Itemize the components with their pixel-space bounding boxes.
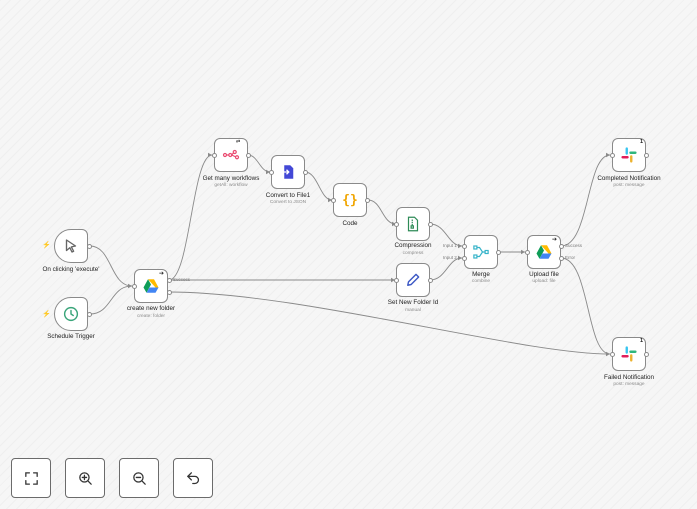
node-subtitle: upload: file	[532, 279, 556, 284]
output-label-error: Error	[565, 255, 575, 260]
output-handle[interactable]	[643, 152, 649, 158]
node-label: Schedule Trigger	[47, 333, 95, 340]
output-handle-success[interactable]	[166, 277, 172, 283]
undo-button[interactable]	[173, 458, 213, 498]
output-handle-error[interactable]	[166, 289, 172, 295]
node-label: Completed Notification	[597, 175, 661, 182]
node-set-new-folder-id[interactable]	[396, 263, 430, 297]
output-handle[interactable]	[87, 243, 92, 249]
lightning-bolt-icon: ⚡	[42, 311, 51, 318]
input-handle[interactable]	[393, 277, 399, 283]
input-handle[interactable]	[609, 351, 615, 357]
node-label: create new folder	[126, 305, 176, 312]
zoom-in-button[interactable]	[65, 458, 105, 498]
external-link-icon: ➔	[159, 271, 165, 277]
output-label-success: Success	[173, 277, 191, 282]
node-label: Get many workflows	[202, 175, 260, 182]
output-handle[interactable]	[643, 351, 649, 357]
node-subtitle: create: folder	[137, 314, 165, 319]
google-drive-icon	[536, 245, 552, 259]
node-subtitle: Convert to JSON	[269, 200, 307, 205]
output-handle[interactable]	[245, 152, 251, 158]
output-handle[interactable]	[495, 249, 501, 255]
node-label: On clicking 'execute'	[42, 266, 100, 273]
edge-upload-to-completed	[560, 154, 611, 247]
node-compression[interactable]	[396, 207, 430, 241]
curly-braces-icon: {}	[342, 192, 358, 208]
node-label: Failed Notification	[603, 374, 655, 381]
n8n-workflow-icon	[222, 149, 240, 160]
output-handle[interactable]	[302, 169, 308, 175]
pencil-icon	[407, 273, 420, 286]
fit-view-icon	[24, 471, 38, 485]
output-handle-error[interactable]	[558, 255, 564, 261]
node-subtitle: post: message	[613, 183, 645, 188]
node-code[interactable]: {}	[333, 183, 367, 217]
output-label-success: Success	[565, 243, 583, 248]
edge-getworkflows-to-convert	[247, 154, 271, 173]
undo-icon	[186, 471, 199, 484]
input-handle-2[interactable]	[461, 255, 467, 261]
input-label-2: Input 2	[443, 255, 457, 260]
google-drive-icon	[143, 279, 159, 293]
fit-view-button[interactable]	[11, 458, 51, 498]
node-label: Convert to File1	[265, 192, 311, 199]
merge-icon	[473, 245, 489, 259]
lightning-bolt-icon: ⚡	[42, 242, 51, 249]
node-convert-to-file[interactable]	[271, 155, 305, 189]
output-handle[interactable]	[427, 221, 433, 227]
input-label-1: Input 1	[443, 243, 457, 248]
input-handle[interactable]	[131, 283, 137, 289]
output-handle[interactable]	[364, 197, 370, 203]
input-handle[interactable]	[524, 249, 530, 255]
node-subtitle: post: message	[613, 382, 645, 387]
node-label: Upload file	[529, 271, 559, 278]
workflow-connections	[89, 152, 611, 357]
clock-icon	[63, 306, 79, 322]
node-label: Code	[342, 220, 358, 227]
input-handle[interactable]	[211, 152, 217, 158]
output-handle[interactable]	[87, 311, 92, 317]
edge-create-to-getworkflows	[168, 154, 213, 281]
slack-icon	[621, 346, 637, 362]
input-handle-1[interactable]	[461, 243, 467, 249]
node-manual-trigger[interactable]	[54, 229, 88, 263]
node-subtitle: manual	[405, 308, 421, 313]
file-convert-icon	[281, 165, 294, 179]
input-handle[interactable]	[393, 221, 399, 227]
output-handle-success[interactable]	[558, 243, 564, 249]
zoom-out-button[interactable]	[119, 458, 159, 498]
node-merge[interactable]	[464, 235, 498, 269]
zoom-in-icon	[78, 471, 92, 485]
code-link-icon: ⇄	[236, 139, 241, 145]
node-schedule-trigger[interactable]	[54, 297, 88, 331]
slack-icon	[621, 147, 637, 163]
execution-count-badge: 1	[640, 139, 644, 145]
execution-count-badge: 1	[640, 338, 644, 344]
zoom-out-icon	[132, 471, 146, 485]
node-get-many-workflows[interactable]	[214, 138, 248, 172]
node-subtitle: getAll: workflow	[214, 183, 248, 188]
external-link-icon: ➔	[552, 237, 558, 243]
cursor-arrow-icon	[65, 239, 77, 253]
zip-file-icon	[407, 216, 419, 232]
input-handle[interactable]	[330, 197, 336, 203]
input-handle[interactable]	[268, 169, 274, 175]
node-label: Set New Folder Id	[387, 299, 439, 306]
input-handle[interactable]	[609, 152, 615, 158]
